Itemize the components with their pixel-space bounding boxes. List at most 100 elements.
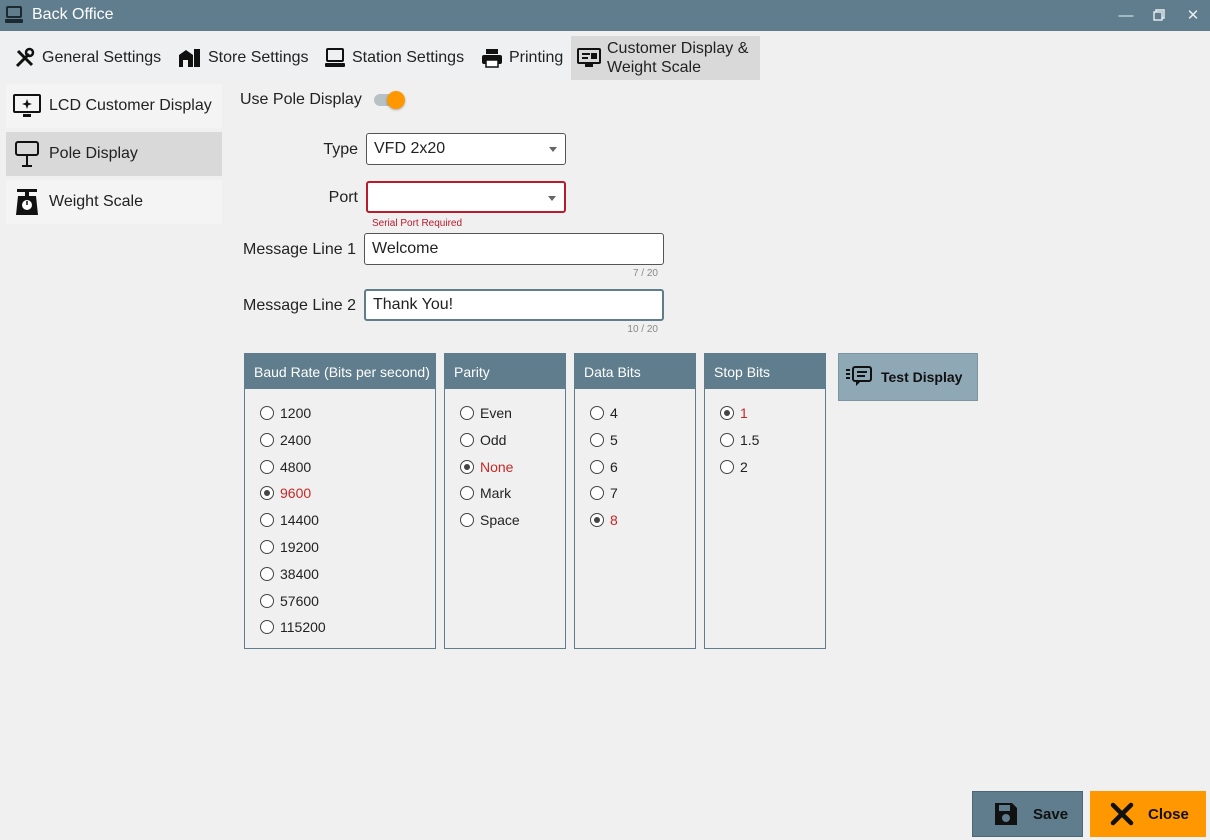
radio-button[interactable] (590, 486, 604, 501)
radio-label: 2400 (280, 431, 312, 448)
baud-option-14400[interactable]: 14400 (260, 512, 319, 528)
save-icon (995, 803, 1017, 825)
tab-label: Printing (509, 49, 564, 66)
radio-button[interactable] (590, 432, 604, 447)
radio-label: 19200 (280, 539, 319, 555)
radio-label: 1 (740, 405, 748, 421)
stopbits-option-2[interactable]: 2 (720, 459, 748, 475)
radio-button[interactable] (260, 513, 274, 528)
radio-label: 5 (610, 431, 618, 448)
radio-button[interactable] (260, 540, 274, 554)
sidebar-item-weight-scale[interactable]: Weight Scale (6, 180, 222, 224)
databits-option-5[interactable]: 5 (590, 432, 618, 448)
baud-option-38400[interactable]: 38400 (260, 566, 319, 582)
parity-header: Parity (445, 354, 565, 389)
radio-button[interactable] (590, 406, 604, 420)
use-pole-display-toggle[interactable] (373, 90, 407, 110)
tab-label-line1: Customer Display & (607, 40, 749, 57)
window-title: Back Office (32, 6, 114, 23)
radio-button[interactable] (260, 593, 274, 608)
radio-button[interactable] (720, 432, 734, 447)
test-display-button[interactable]: Test Display (838, 353, 978, 401)
save-button[interactable]: Save (972, 791, 1083, 837)
baud-option-9600[interactable]: 9600 (260, 485, 311, 501)
tab-station-settings[interactable]: Station Settings (314, 36, 470, 80)
scale-icon (12, 187, 42, 217)
radio-button[interactable] (460, 432, 474, 447)
radio-button[interactable] (260, 486, 274, 501)
parity-option-Space[interactable]: Space (460, 512, 520, 528)
radio-button[interactable] (460, 513, 474, 528)
baud-option-115200[interactable]: 115200 (260, 619, 326, 635)
radio-button[interactable] (460, 406, 474, 420)
databits-option-4[interactable]: 4 (590, 405, 618, 421)
radio-button[interactable] (720, 459, 734, 474)
test-display-label: Test Display (881, 369, 963, 385)
tab-customer-display-weight-scale[interactable]: Customer Display & Weight Scale (571, 36, 760, 80)
sidebar-item-lcd-customer-display[interactable]: LCD Customer Display (6, 84, 222, 128)
databits-option-8[interactable]: 8 (590, 512, 618, 528)
parity-option-None[interactable]: None (460, 459, 513, 475)
computer-icon (325, 48, 345, 67)
baud-option-1200[interactable]: 1200 (260, 405, 311, 421)
radio-button[interactable] (260, 620, 274, 635)
close-icon[interactable]: ✕ (1182, 4, 1204, 26)
radio-label: 57600 (280, 592, 319, 609)
stopbits-option-1[interactable]: 1 (720, 405, 748, 421)
radio-label: Even (480, 405, 512, 421)
radio-label: None (480, 458, 514, 475)
radio-button[interactable] (460, 459, 474, 474)
tab-label: Station Settings (352, 49, 465, 66)
radio-button[interactable] (260, 432, 274, 447)
baud-rate-group: Baud Rate (Bits per second) 1200 2400 4800… (244, 353, 436, 649)
toggle-thumb (387, 91, 405, 109)
radio-button[interactable] (720, 406, 734, 420)
parity-option-Mark[interactable]: Mark (460, 485, 511, 501)
port-label: Port (328, 189, 358, 206)
tab-label: Store Settings (208, 49, 309, 66)
radio-button[interactable] (590, 459, 604, 474)
parity-option-Odd[interactable]: Odd (460, 432, 506, 448)
radio-button[interactable] (260, 459, 274, 474)
message-line-2-input[interactable] (364, 289, 664, 321)
tab-printing[interactable]: Printing (471, 36, 569, 80)
sidebar-item-pole-display[interactable]: Pole Display (6, 132, 222, 176)
radio-button[interactable] (260, 406, 274, 420)
databits-option-7[interactable]: 7 (590, 485, 618, 501)
baud-option-4800[interactable]: 4800 (260, 459, 311, 475)
type-select[interactable]: VFD 2x20 (366, 133, 566, 165)
radio-button[interactable] (590, 513, 604, 528)
tab-label: General Settings (42, 49, 162, 66)
tab-store-settings[interactable]: Store Settings (168, 36, 313, 80)
restore-icon[interactable] (1148, 4, 1170, 26)
radio-label: 6 (610, 458, 618, 475)
radio-label: 1.5 (740, 431, 760, 448)
baud-option-19200[interactable]: 19200 (260, 539, 319, 555)
port-select[interactable] (366, 181, 566, 213)
tab-general-settings[interactable]: General Settings (4, 36, 167, 80)
store-icon (179, 49, 200, 67)
pole-display-icon (12, 139, 42, 169)
radio-button[interactable] (460, 486, 474, 501)
parity-group: Parity Even Odd None Mark Space (444, 353, 566, 649)
radio-label: 4800 (280, 458, 312, 475)
stopbits-option-1-5[interactable]: 1.5 (720, 432, 759, 448)
message-line-2-label: Message Line 2 (243, 297, 356, 314)
message-icon (846, 366, 872, 386)
baud-option-57600[interactable]: 57600 (260, 593, 319, 609)
radio-label: Space (480, 512, 520, 529)
parity-option-Even[interactable]: Even (460, 405, 512, 421)
baud-option-2400[interactable]: 2400 (260, 432, 311, 448)
radio-label: Mark (480, 485, 512, 502)
tools-icon (15, 47, 35, 68)
close-button[interactable]: Close (1090, 791, 1206, 837)
message-line-2-counter: 10 / 20 (627, 324, 658, 335)
save-label: Save (1033, 805, 1069, 823)
message-line-1-input[interactable] (364, 233, 664, 265)
radio-label: 38400 (280, 565, 319, 582)
radio-label: 1200 (280, 405, 312, 421)
minimize-icon[interactable]: — (1115, 4, 1137, 26)
databits-option-6[interactable]: 6 (590, 459, 618, 475)
radio-button[interactable] (260, 566, 274, 581)
data-bits-group: Data Bits 4 5 6 7 8 (574, 353, 696, 649)
